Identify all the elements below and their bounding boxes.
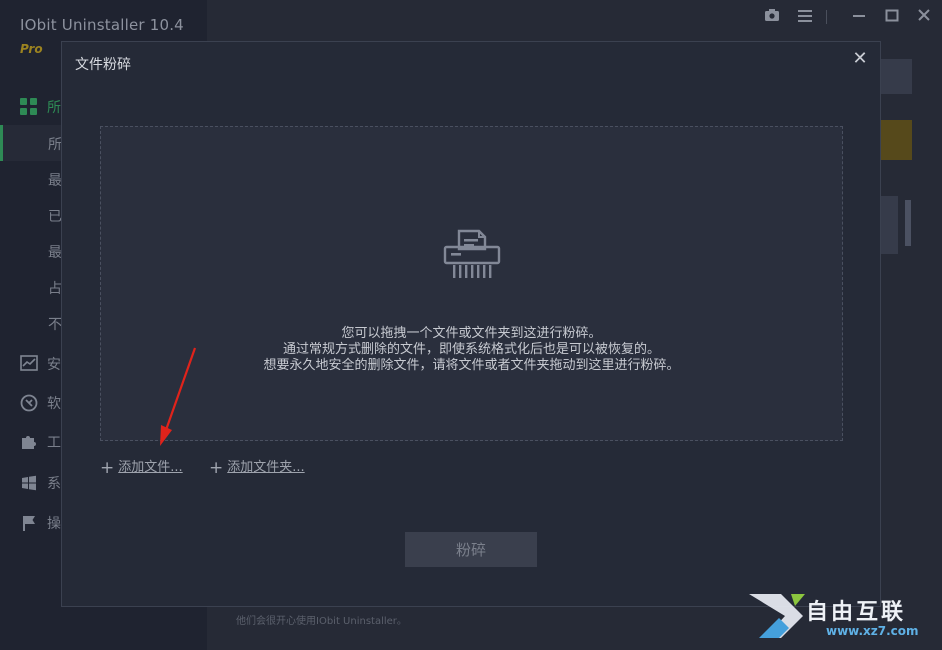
dialog-title: 文件粉碎 — [75, 57, 131, 73]
drop-instruction-line: 想要永久地安全的删除文件，请将文件或者文件夹拖动到这里进行粉碎。 — [263, 358, 680, 373]
minimize-icon[interactable] — [850, 8, 868, 26]
sidebar-item-label: 工 — [47, 435, 61, 451]
file-drop-zone[interactable]: 您可以拖拽一个文件或文件夹到这进行粉碎。 通过常规方式删除的文件，即使系统格式化… — [100, 126, 843, 441]
puzzle-icon — [20, 433, 38, 449]
sidebar-item-label: 最 — [48, 173, 62, 189]
file-shredder-dialog: 文件粉碎 ✕ 您可以拖拽一个文件或文件夹到这进行粉碎。 通过常规方式删除的文件，… — [61, 41, 881, 607]
close-window-icon[interactable] — [915, 8, 933, 26]
sidebar-item-label: 已 — [48, 209, 62, 225]
sidebar-item-label: 不 — [48, 317, 62, 333]
watermark-url: www.xz7.com — [826, 624, 919, 638]
drop-instruction-line: 通过常规方式删除的文件，即使系统格式化后也是可以被恢复的。 — [282, 342, 660, 357]
maximize-icon[interactable] — [883, 8, 901, 26]
menu-icon[interactable] — [796, 8, 814, 26]
plus-icon: + — [100, 458, 115, 478]
add-file-link[interactable]: + 添加文件... — [100, 456, 183, 478]
sidebar-item-label: 占 — [48, 281, 62, 297]
add-folder-label: 添加文件夹... — [227, 460, 305, 475]
sidebar-item-label: 所 — [48, 137, 62, 153]
plus-icon: + — [209, 458, 224, 478]
watermark-text: 自由互联 — [806, 600, 907, 625]
drop-instruction-line: 您可以拖拽一个文件或文件夹到这进行粉碎。 — [341, 326, 602, 341]
store-icon — [20, 394, 38, 412]
background-scrollbar[interactable] — [905, 200, 911, 246]
background-footer-text: 他们会很开心使用IObit Uninstaller。 — [236, 616, 407, 627]
app-edition-badge: Pro — [20, 42, 43, 56]
add-file-label: 添加文件... — [118, 460, 183, 475]
shred-button[interactable]: 粉碎 — [405, 532, 537, 567]
sidebar-item-label: 系 — [47, 476, 61, 492]
sidebar-item-label: 所 — [47, 100, 61, 116]
close-icon[interactable]: ✕ — [849, 48, 871, 70]
shredder-icon — [443, 229, 501, 278]
apps-grid-icon — [20, 98, 38, 115]
sidebar-item-label: 软 — [47, 396, 61, 412]
chart-icon — [20, 355, 38, 371]
flag-icon — [20, 514, 38, 531]
sidebar-item-label: 最 — [48, 245, 62, 261]
sidebar-item-label: 操 — [47, 516, 61, 532]
titlebar-divider — [826, 10, 827, 24]
app-title: IObit Uninstaller 10.4 — [20, 16, 184, 34]
sidebar-item-label: 安 — [47, 357, 61, 373]
windows-icon — [20, 474, 38, 491]
camera-icon[interactable] — [763, 8, 781, 26]
add-folder-link[interactable]: + 添加文件夹... — [209, 456, 305, 478]
